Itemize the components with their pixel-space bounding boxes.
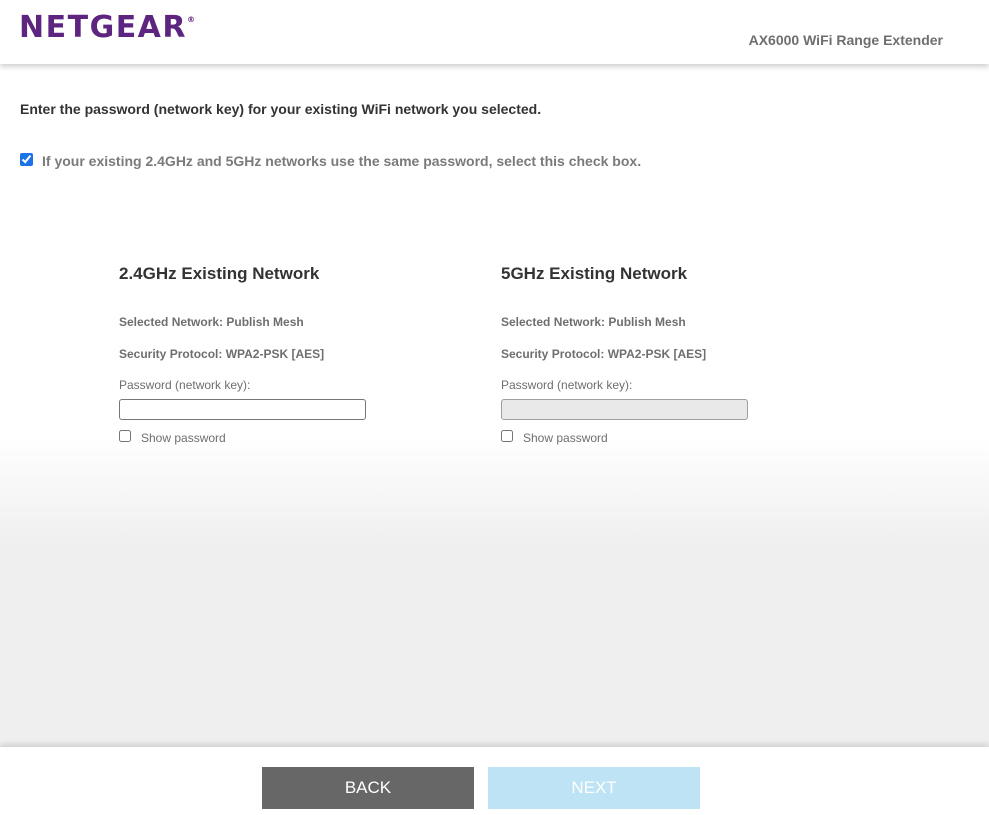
selected-network-5ghz: Selected Network: Publish Mesh — [501, 315, 686, 329]
header: NETGEAR® AX6000 WiFi Range Extender — [0, 0, 989, 64]
password-input-24ghz[interactable] — [119, 399, 366, 420]
instruction-text: Enter the password (network key) for you… — [20, 101, 542, 117]
registered-mark: ® — [187, 15, 195, 24]
password-input-5ghz[interactable] — [501, 399, 748, 420]
show-password-checkbox-24ghz[interactable] — [119, 430, 131, 442]
network-5ghz-section: 5GHz Existing Network Selected Network: … — [501, 264, 761, 445]
main-content: Enter the password (network key) for you… — [0, 66, 989, 747]
show-password-label-5ghz[interactable]: Show password — [523, 431, 608, 445]
section-title-24ghz: 2.4GHz Existing Network — [119, 264, 320, 283]
netgear-logo: NETGEAR® — [19, 10, 195, 45]
security-protocol-24ghz: Security Protocol: WPA2-PSK [AES] — [119, 347, 325, 361]
password-label-24ghz: Password (network key): — [119, 378, 251, 392]
logo-text: NETGEAR — [19, 10, 187, 45]
network-24ghz-section: 2.4GHz Existing Network Selected Network… — [119, 264, 379, 445]
next-button[interactable]: NEXT — [488, 767, 700, 809]
selected-network-24ghz: Selected Network: Publish Mesh — [119, 315, 304, 329]
product-name: AX6000 WiFi Range Extender — [748, 32, 943, 48]
password-label-5ghz: Password (network key): — [501, 378, 633, 392]
same-password-label[interactable]: If your existing 2.4GHz and 5GHz network… — [42, 153, 641, 169]
back-button[interactable]: BACK — [262, 767, 474, 809]
same-password-checkbox[interactable] — [20, 153, 33, 166]
section-title-5ghz: 5GHz Existing Network — [501, 264, 688, 283]
show-password-label-24ghz[interactable]: Show password — [141, 431, 226, 445]
footer: BACK NEXT — [0, 747, 989, 815]
show-password-checkbox-5ghz[interactable] — [501, 430, 513, 442]
security-protocol-5ghz: Security Protocol: WPA2-PSK [AES] — [501, 347, 707, 361]
